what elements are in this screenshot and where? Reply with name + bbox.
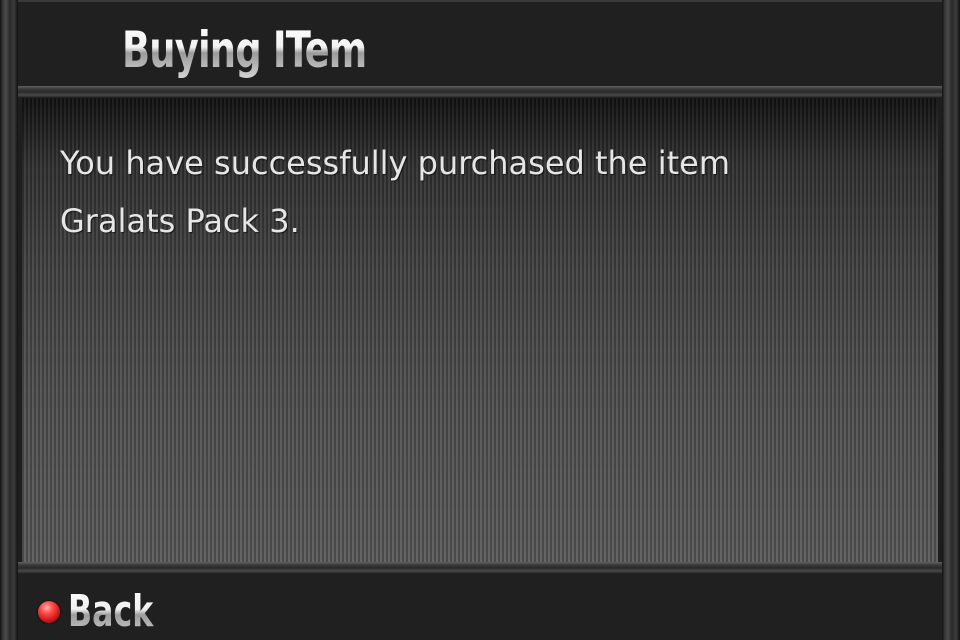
footer-divider	[18, 562, 942, 574]
red-dot-icon	[38, 601, 60, 623]
dialog-footer: Back	[18, 574, 942, 640]
back-button-label: Back	[68, 584, 153, 640]
header-divider	[18, 86, 942, 98]
dialog-title: Buying ITem	[122, 21, 367, 79]
message-panel: You have successfully purchased the item…	[22, 98, 938, 562]
left-frame-rail	[0, 0, 18, 640]
back-button[interactable]: Back	[38, 584, 175, 640]
dialog-header: Buying ITem	[18, 0, 942, 88]
purchase-message: You have successfully purchased the item…	[60, 134, 880, 250]
message-line-2: Gralats Pack 3.	[60, 202, 300, 240]
right-frame-rail	[942, 0, 960, 640]
dialog-window: Buying ITem You have successfully purcha…	[0, 0, 960, 640]
message-line-1: You have successfully purchased the item	[60, 144, 730, 182]
